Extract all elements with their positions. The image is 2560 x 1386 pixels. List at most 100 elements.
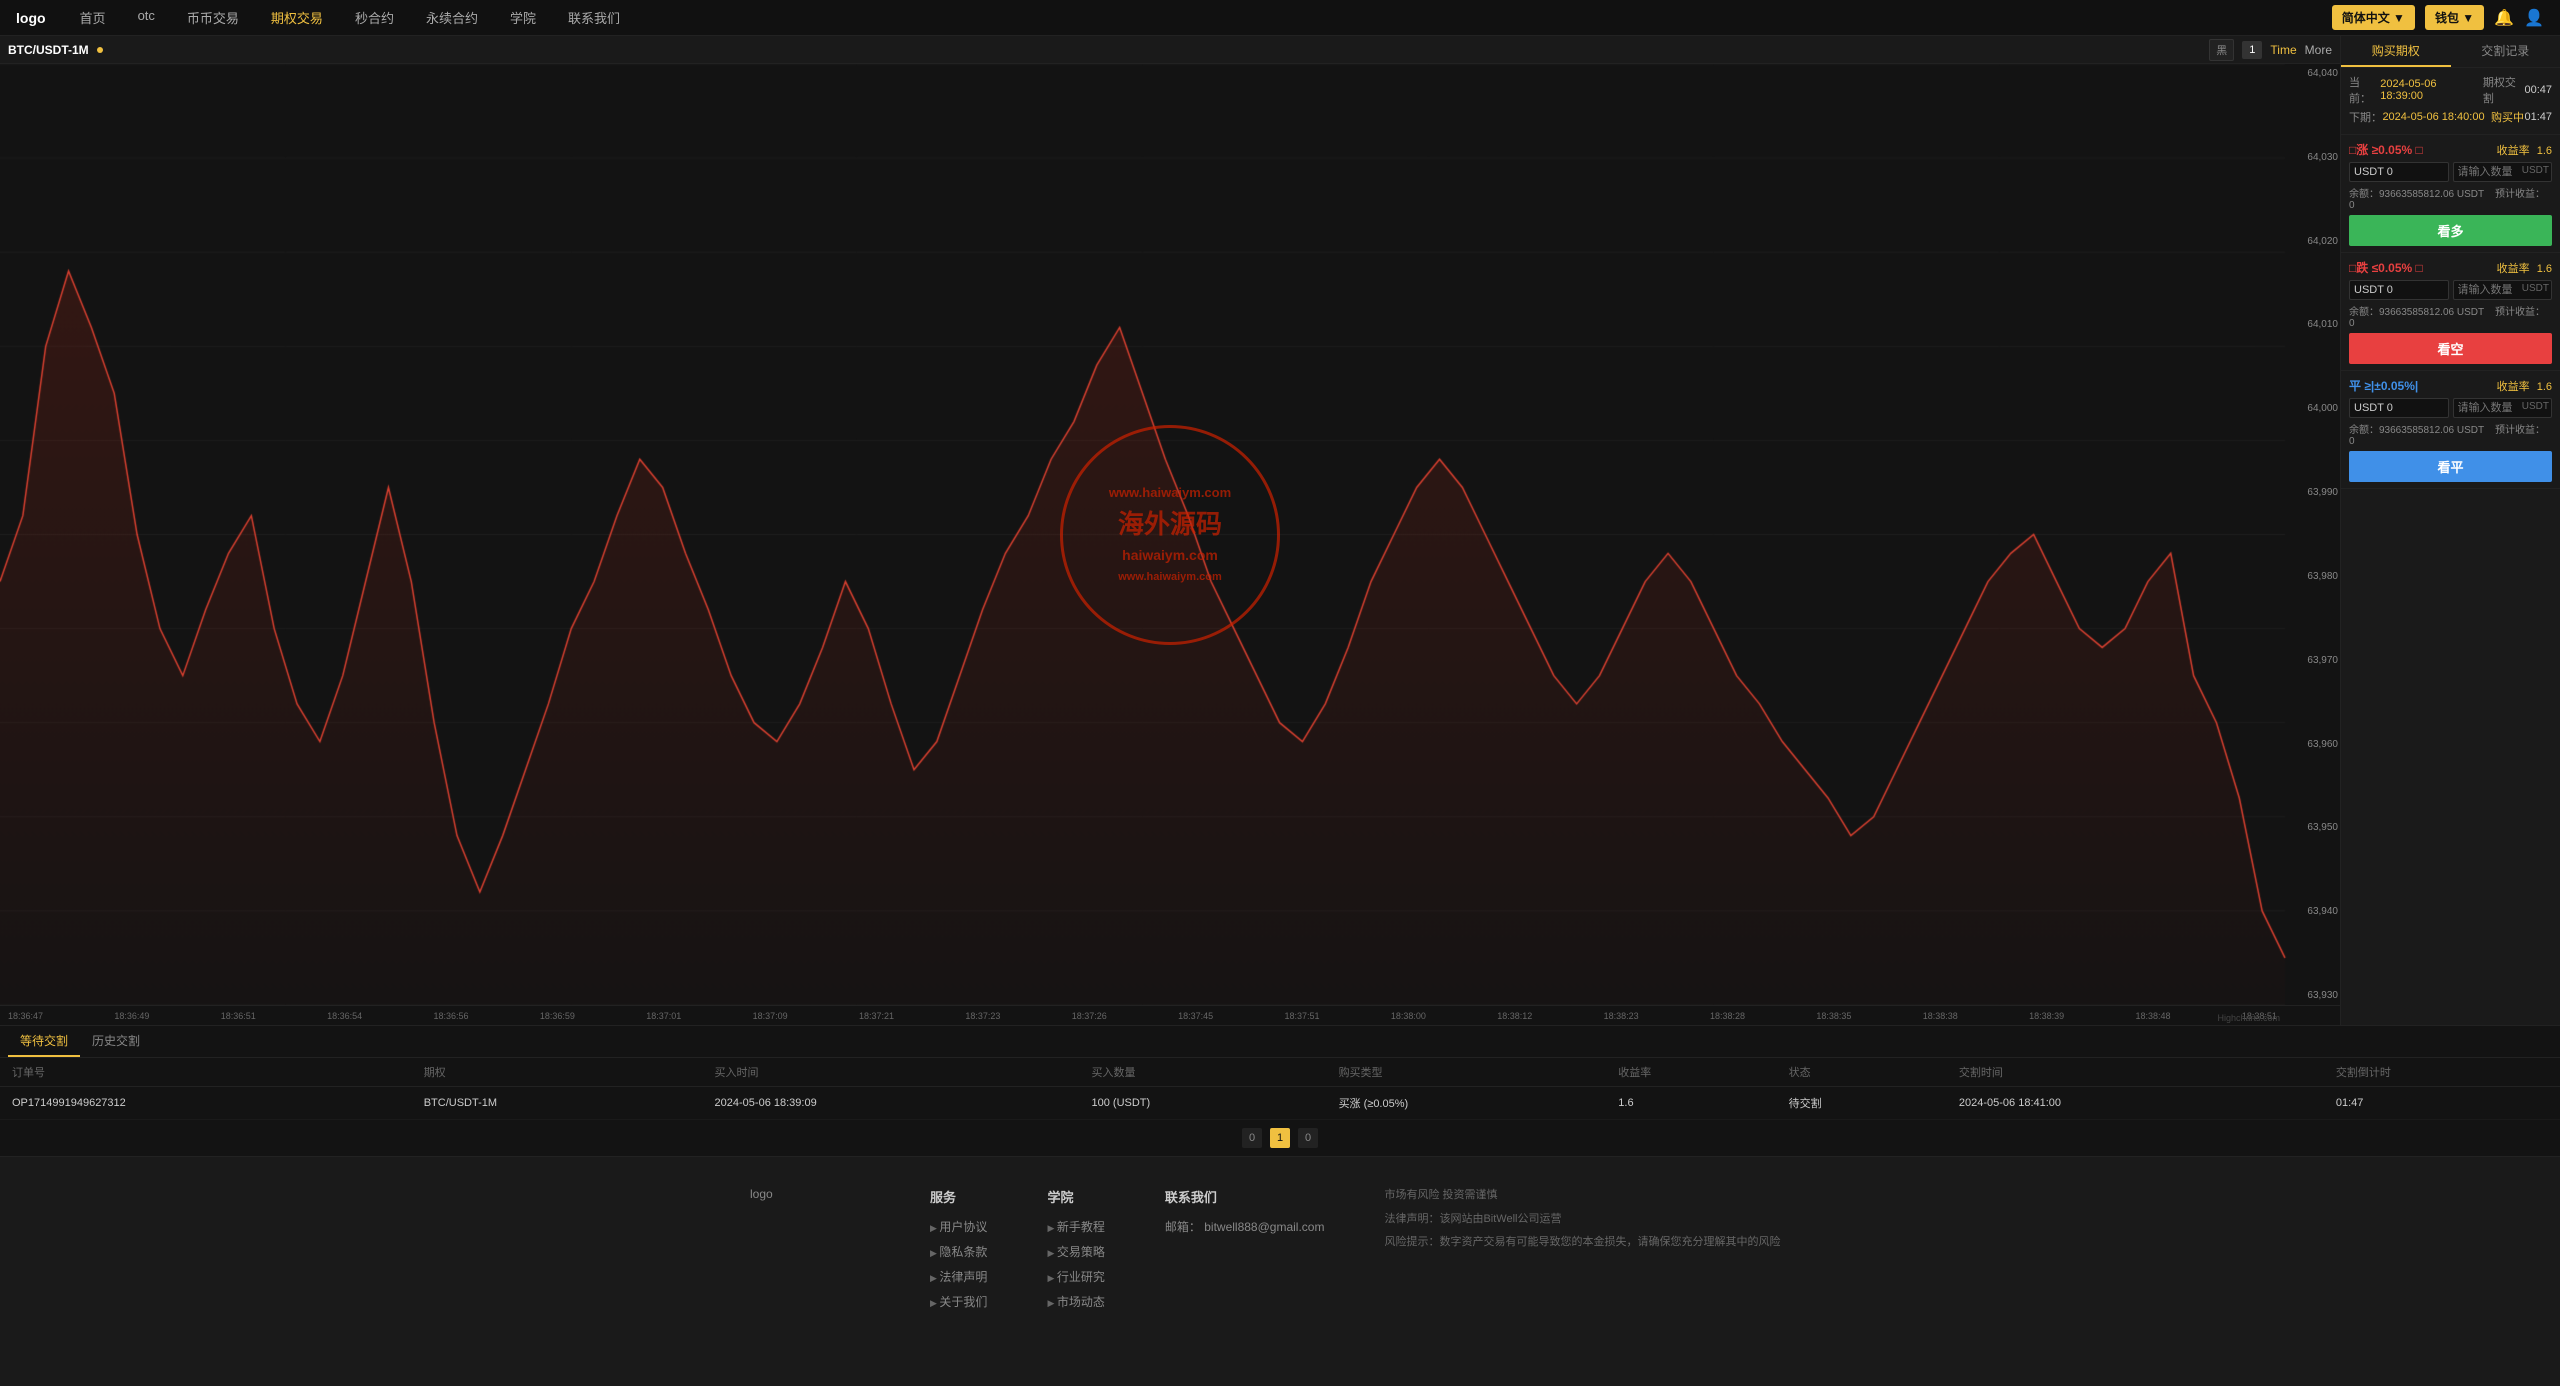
service-list: 用户协议 隐私条款 法律声明 关于我们 [930,1218,987,1310]
tab-pending-orders[interactable]: 等待交割 [8,1026,80,1057]
flat-trade-box: 平 ≥|±0.05%| 收益率 1.6 USDT 余额：93663585812.… [2341,371,2560,489]
wallet-button[interactable]: 钱包 ▼ [2425,5,2484,30]
col-buy-time: 买入时间 [703,1058,1080,1087]
service-link-3[interactable]: 关于我们 [939,1295,987,1309]
list-item: 市场动态 [1047,1293,1104,1310]
nav-home[interactable]: 首页 [76,8,110,27]
footer-logo-col: logo [750,1187,870,1318]
nav-right: 简体中文 ▼ 钱包 ▼ 🔔 👤 [2332,5,2544,30]
x-label: 18:36:47 [8,1011,43,1021]
tab-buy-options[interactable]: 购买期权 [2341,36,2451,67]
nav-otc[interactable]: otc [134,8,159,27]
tab-history-orders[interactable]: 历史交割 [80,1026,152,1057]
list-item: 关于我们 [930,1293,987,1310]
footer-contact-col: 联系我们 邮箱： bitwell888@gmail.com [1165,1187,1325,1318]
col-yield: 收益率 [1606,1058,1776,1087]
time-button[interactable]: Time [2270,43,2296,57]
fall-balance: 余额：93663585812.06 USDT 预计收益： 0 [2349,303,2552,329]
chart-symbol: BTC/USDT-1M [8,43,89,57]
footer-academy-col: 学院 新手教程 交易策略 行业研究 市场动态 [1047,1187,1104,1318]
nav-options[interactable]: 期权交易 [267,8,327,27]
x-label: 18:38:28 [1710,1011,1745,1021]
next-status: 购买中 [2491,109,2524,125]
x-label: 18:36:59 [540,1011,575,1021]
flat-amount-input-wrap: USDT [2453,398,2553,418]
row-buy-time: 2024-05-06 18:39:09 [703,1087,1080,1120]
tab-delivery-history[interactable]: 交割记录 [2451,36,2560,67]
right-panel: 购买期权 交割记录 当前： 2024-05-06 18:39:00 期权交割 0… [2340,36,2560,1025]
nav-contact[interactable]: 联系我们 [564,8,624,27]
rise-amount-input-wrap: USDT [2453,162,2553,182]
next-val: 01:47 [2524,111,2552,123]
service-link-0[interactable]: 用户协议 [939,1220,987,1234]
fall-direction: □跌 ≤0.05% □ [2349,259,2423,276]
rise-trade-box: □涨 ≥0.05% □ 收益率 1.6 USDT 余额：93663585812.… [2341,135,2560,253]
rise-usdt-input-wrap [2349,162,2449,182]
service-link-2[interactable]: 法律声明 [939,1270,987,1284]
x-label: 18:37:09 [753,1011,788,1021]
chart-topbar: BTC/USDT-1M 黑 1 Time More [0,36,2340,64]
y-label: 63,950 [2287,822,2338,833]
nav-second[interactable]: 秒合约 [351,8,398,27]
academy-link-1[interactable]: 交易策略 [1057,1245,1105,1259]
list-item: 新手教程 [1047,1218,1104,1235]
flat-usdt-input[interactable] [2349,398,2449,418]
academy-link-0[interactable]: 新手教程 [1057,1220,1105,1234]
nav-spot[interactable]: 币币交易 [183,8,243,27]
page-next[interactable]: 0 [1298,1128,1318,1148]
x-label: 18:37:21 [859,1011,894,1021]
col-period: 期权 [412,1058,703,1087]
fall-sell-btn[interactable]: 看空 [2349,333,2552,364]
fall-usdt-input[interactable] [2349,280,2449,300]
main-area: BTC/USDT-1M 黑 1 Time More www.haiwaiym.c… [0,36,2560,1025]
user-icon[interactable]: 👤 [2524,8,2544,28]
col-delivery-time: 交割时间 [1947,1058,2324,1087]
chart-area: BTC/USDT-1M 黑 1 Time More www.haiwaiym.c… [0,36,2340,1025]
footer-inner: logo 服务 用户协议 隐私条款 法律声明 关于我们 学院 新手教程 交易策略… [730,1187,1830,1318]
bell-icon[interactable]: 🔔 [2494,8,2514,28]
view-num-btn[interactable]: 1 [2242,41,2262,59]
flat-btn[interactable]: 看平 [2349,451,2552,482]
x-label: 18:38:48 [2136,1011,2171,1021]
nav-perpetual[interactable]: 永续合约 [422,8,482,27]
table-row: OP1714991949627312 BTC/USDT-1M 2024-05-0… [0,1087,2560,1120]
fall-unit: USDT [2522,283,2549,294]
rise-buy-btn[interactable]: 看多 [2349,215,2552,246]
x-label: 18:37:01 [646,1011,681,1021]
fall-yield-label: 收益率 [2497,263,2530,275]
orders-thead: 订单号 期权 买入时间 买入数量 购买类型 收益率 状态 交割时间 交割倒计时 [0,1058,2560,1087]
list-item: 行业研究 [1047,1268,1104,1285]
x-label: 18:36:49 [114,1011,149,1021]
rise-inputs: USDT [2349,162,2552,182]
rise-direction: □涨 ≥0.05% □ [2349,141,2423,158]
nav-academy[interactable]: 学院 [506,8,540,27]
academy-link-3[interactable]: 市场动态 [1057,1295,1105,1309]
email-label: 邮箱： [1165,1220,1201,1234]
col-status: 状态 [1777,1058,1947,1087]
orders-tabs: 等待交割 历史交割 [0,1026,2560,1058]
list-item: 用户协议 [930,1218,987,1235]
page-prev[interactable]: 0 [1242,1128,1262,1148]
current-time: 2024-05-06 18:39:00 [2380,78,2477,102]
list-item: 交易策略 [1047,1243,1104,1260]
col-type: 购买类型 [1327,1058,1607,1087]
rise-usdt-input[interactable] [2349,162,2449,182]
view-black-btn[interactable]: 黑 [2209,39,2234,61]
service-link-1[interactable]: 隐私条款 [939,1245,987,1259]
y-label: 63,940 [2287,906,2338,917]
page-1[interactable]: 1 [1270,1128,1290,1148]
y-label: 64,020 [2287,236,2338,247]
y-label: 63,980 [2287,571,2338,582]
flat-title: 平 ≥|±0.05%| 收益率 1.6 [2349,377,2552,394]
navbar: logo 首页 otc 币币交易 期权交易 秒合约 永续合约 学院 联系我们 简… [0,0,2560,36]
highcharts-credit: Highcharts.com [2217,1013,2280,1023]
more-button[interactable]: More [2305,43,2332,57]
x-label: 18:37:26 [1072,1011,1107,1021]
x-label: 18:38:35 [1816,1011,1851,1021]
footer-risk-col: 市场有风险 投资需谨慎 法律声明：该网站由BitWell公司运营 风险提示：数字… [1384,1187,1780,1318]
row-yield: 1.6 [1606,1087,1776,1120]
lang-button[interactable]: 简体中文 ▼ [2332,5,2415,30]
academy-link-2[interactable]: 行业研究 [1057,1270,1105,1284]
next-time: 2024-05-06 18:40:00 [2382,111,2484,123]
row-period: BTC/USDT-1M [412,1087,703,1120]
